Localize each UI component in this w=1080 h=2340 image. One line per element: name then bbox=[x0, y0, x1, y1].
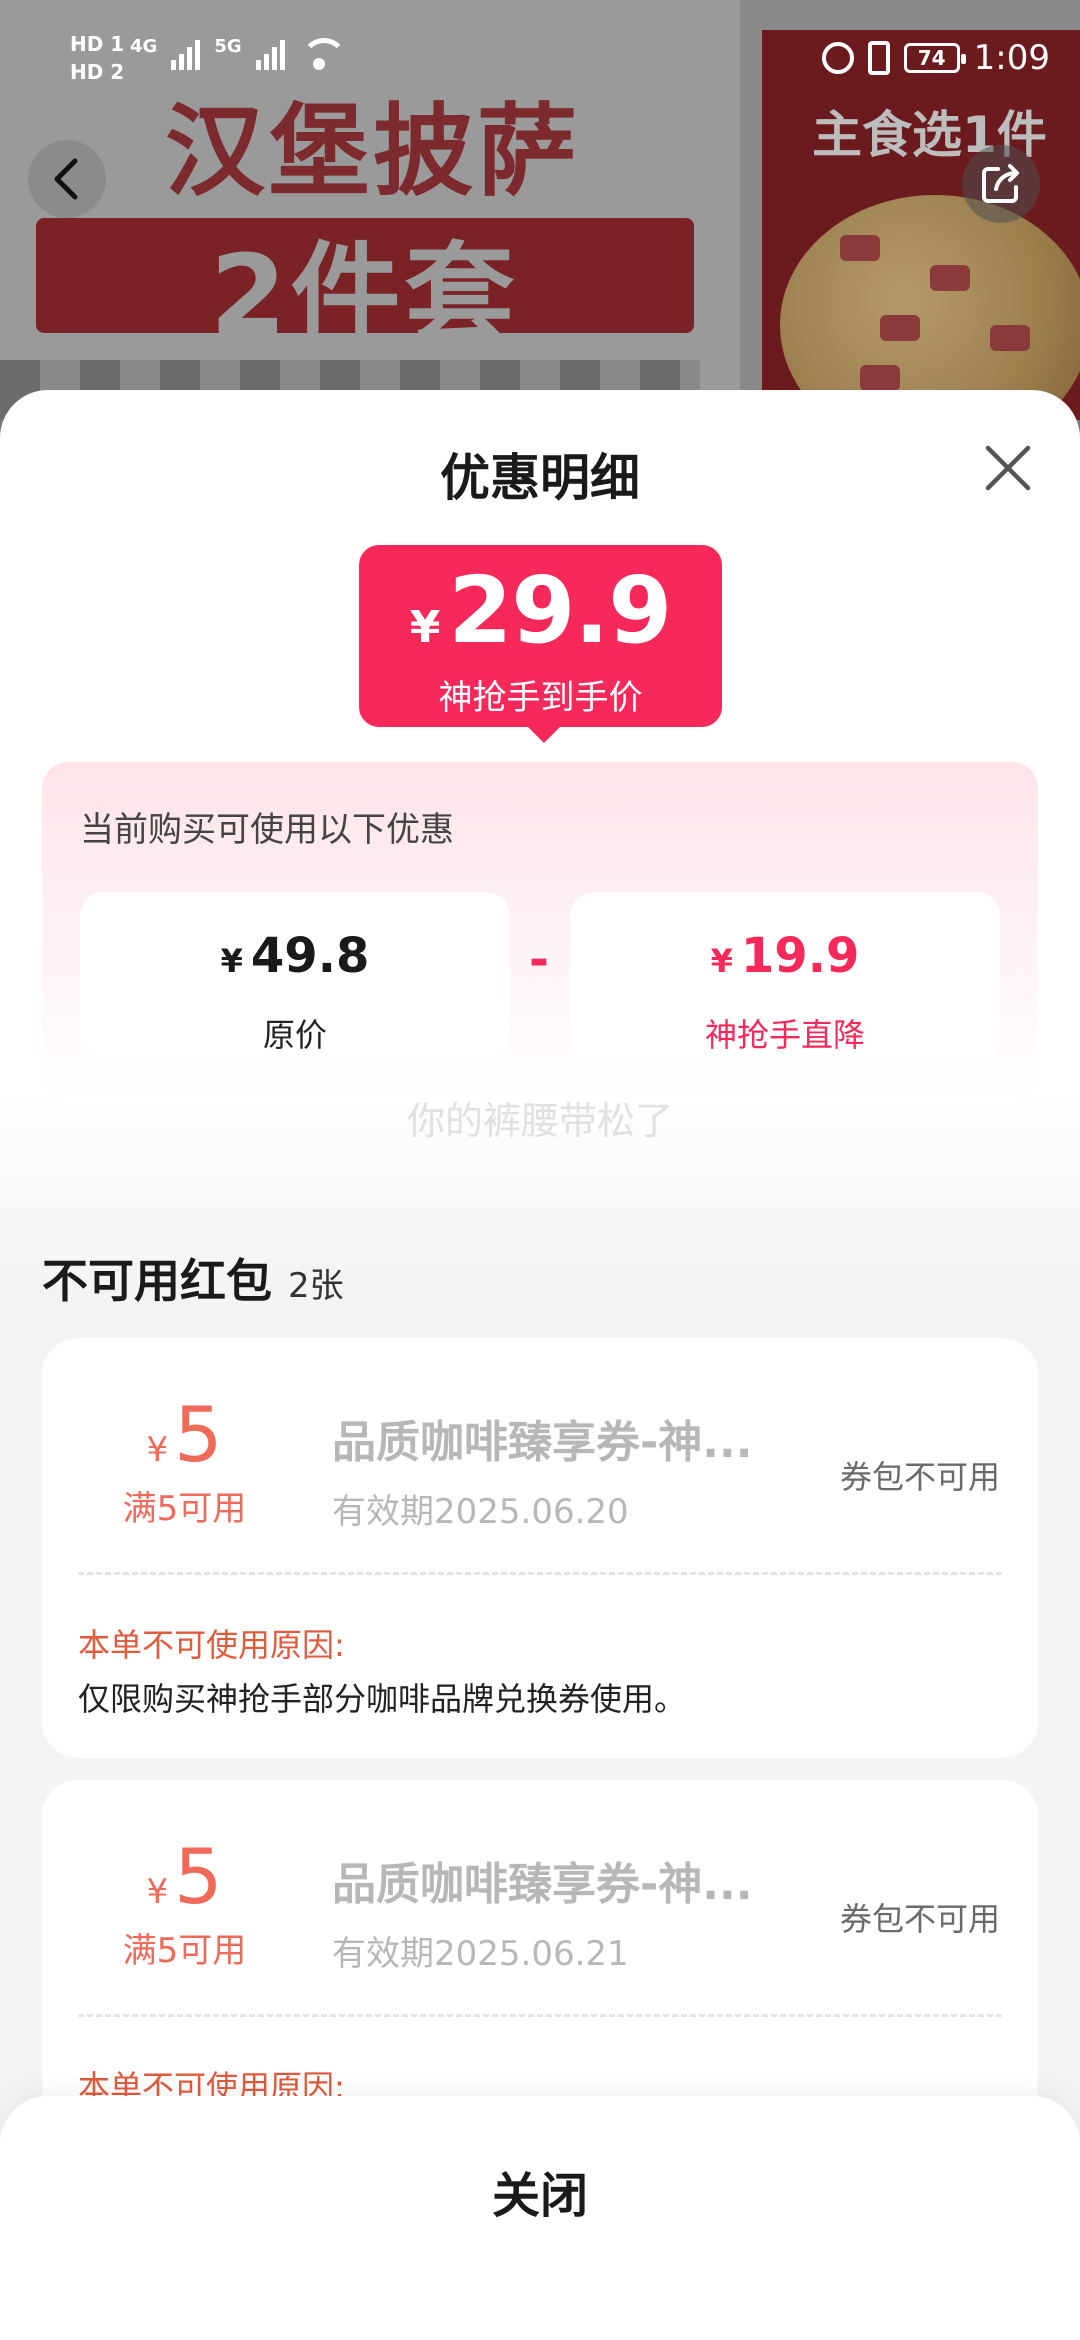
final-price: ¥ 29.9 bbox=[359, 557, 722, 664]
battery-icon: 74 bbox=[903, 43, 966, 73]
currency-symbol: ¥ bbox=[220, 942, 243, 980]
coupon-validity: 有效期2025.06.20 bbox=[332, 1492, 629, 1532]
final-price-value: 29.9 bbox=[448, 557, 672, 664]
currency-symbol: ¥ bbox=[409, 602, 441, 653]
coupon-condition: 满5可用 bbox=[122, 1489, 247, 1529]
sheet-title: 优惠明细 bbox=[440, 449, 640, 507]
original-price-value: 49.8 bbox=[250, 928, 370, 984]
network1-label: 4G bbox=[130, 36, 158, 57]
coupon-reason-text: 仅限购买神抢手部分咖啡品牌兑换券使用。 bbox=[78, 1680, 687, 1718]
unavailable-count: 2张 bbox=[288, 1266, 344, 1306]
status-right: 74 1:09 bbox=[821, 38, 1050, 78]
currency-symbol: ¥ bbox=[146, 1872, 169, 1912]
signal-icon bbox=[255, 36, 285, 70]
status-bar: HD 1 HD 2 4G 5G 74 1:09 bbox=[0, 0, 1080, 110]
banner-subtitle: 2件套 bbox=[210, 231, 519, 359]
coupon-status: 券包不可用 bbox=[839, 1458, 1000, 1496]
clock: 1:09 bbox=[973, 38, 1050, 78]
discount-panel: 当前购买可使用以下优惠 ¥ 49.8 原价 - ¥ 19.9 神抢手直降 bbox=[42, 762, 1038, 1102]
unavailable-section-title: 不可用红包 2张 bbox=[42, 1245, 344, 1311]
back-arrow-icon bbox=[54, 158, 78, 200]
share-button[interactable] bbox=[962, 145, 1040, 223]
vibrate-icon bbox=[867, 41, 890, 75]
coupon-amount: ¥ 5 满5可用 bbox=[102, 1832, 267, 1972]
coupon-amount: ¥ 5 满5可用 bbox=[102, 1390, 267, 1530]
price-pointer bbox=[528, 727, 560, 743]
close-icon[interactable] bbox=[980, 440, 1036, 496]
original-price-label: 原价 bbox=[262, 1016, 327, 1054]
wifi-icon bbox=[299, 36, 347, 70]
currency-symbol: ¥ bbox=[710, 942, 733, 980]
alarm-icon bbox=[821, 42, 854, 74]
minus-operator: - bbox=[529, 932, 549, 988]
original-price-card: ¥ 49.8 原价 bbox=[80, 892, 510, 1062]
network-indicators: 4G 5G bbox=[130, 36, 347, 70]
coupon-value: 5 bbox=[174, 1832, 223, 1921]
coupon-divider bbox=[78, 1572, 1002, 1575]
signal-icon bbox=[171, 36, 201, 70]
network2-label: 5G bbox=[214, 36, 242, 57]
bottom-bar: 关闭 bbox=[0, 2096, 1080, 2340]
back-button[interactable] bbox=[28, 140, 106, 218]
coupon-name: 品质咖啡臻享券-神... bbox=[332, 1417, 753, 1468]
coupon-card: ¥ 5 满5可用 品质咖啡臻享券-神... 有效期2025.06.20 券包不可… bbox=[42, 1338, 1038, 1758]
coupon-value: 5 bbox=[174, 1390, 223, 1479]
reduction-label: 神抢手直降 bbox=[704, 1016, 865, 1054]
coupon-condition: 满5可用 bbox=[122, 1931, 247, 1971]
discount-heading: 当前购买可使用以下优惠 bbox=[80, 810, 454, 850]
coupon-name: 品质咖啡臻享券-神... bbox=[332, 1859, 753, 1910]
share-icon bbox=[982, 164, 1019, 203]
final-price-label: 神抢手到手价 bbox=[438, 678, 643, 718]
coupon-status: 券包不可用 bbox=[839, 1900, 1000, 1938]
watermark-text: 你的裤腰带松了 bbox=[406, 1099, 673, 1143]
reduction-amount: ¥ 19.9 bbox=[570, 928, 1000, 984]
original-price: ¥ 49.8 bbox=[80, 928, 510, 984]
discount-detail-sheet: 优惠明细 ¥ 29.9 神抢手到手价 当前购买可使用以下优惠 ¥ 49.8 原价… bbox=[0, 390, 1080, 2340]
coupon-validity: 有效期2025.06.21 bbox=[332, 1934, 629, 1974]
reduction-card: ¥ 19.9 神抢手直降 bbox=[570, 892, 1000, 1062]
sim-indicators: HD 1 HD 2 bbox=[70, 30, 124, 86]
sim2-label: HD 2 bbox=[70, 60, 125, 84]
close-button[interactable]: 关闭 bbox=[0, 2156, 1080, 2226]
sim1-label: HD 1 bbox=[70, 32, 125, 56]
coupon-reason-label: 本单不可使用原因: bbox=[78, 1626, 345, 1664]
reduction-value: 19.9 bbox=[740, 928, 860, 984]
currency-symbol: ¥ bbox=[146, 1430, 169, 1470]
unavailable-title: 不可用红包 bbox=[42, 1254, 272, 1308]
final-price-box: ¥ 29.9 神抢手到手价 bbox=[359, 545, 722, 727]
coupon-divider bbox=[78, 2014, 1002, 2017]
